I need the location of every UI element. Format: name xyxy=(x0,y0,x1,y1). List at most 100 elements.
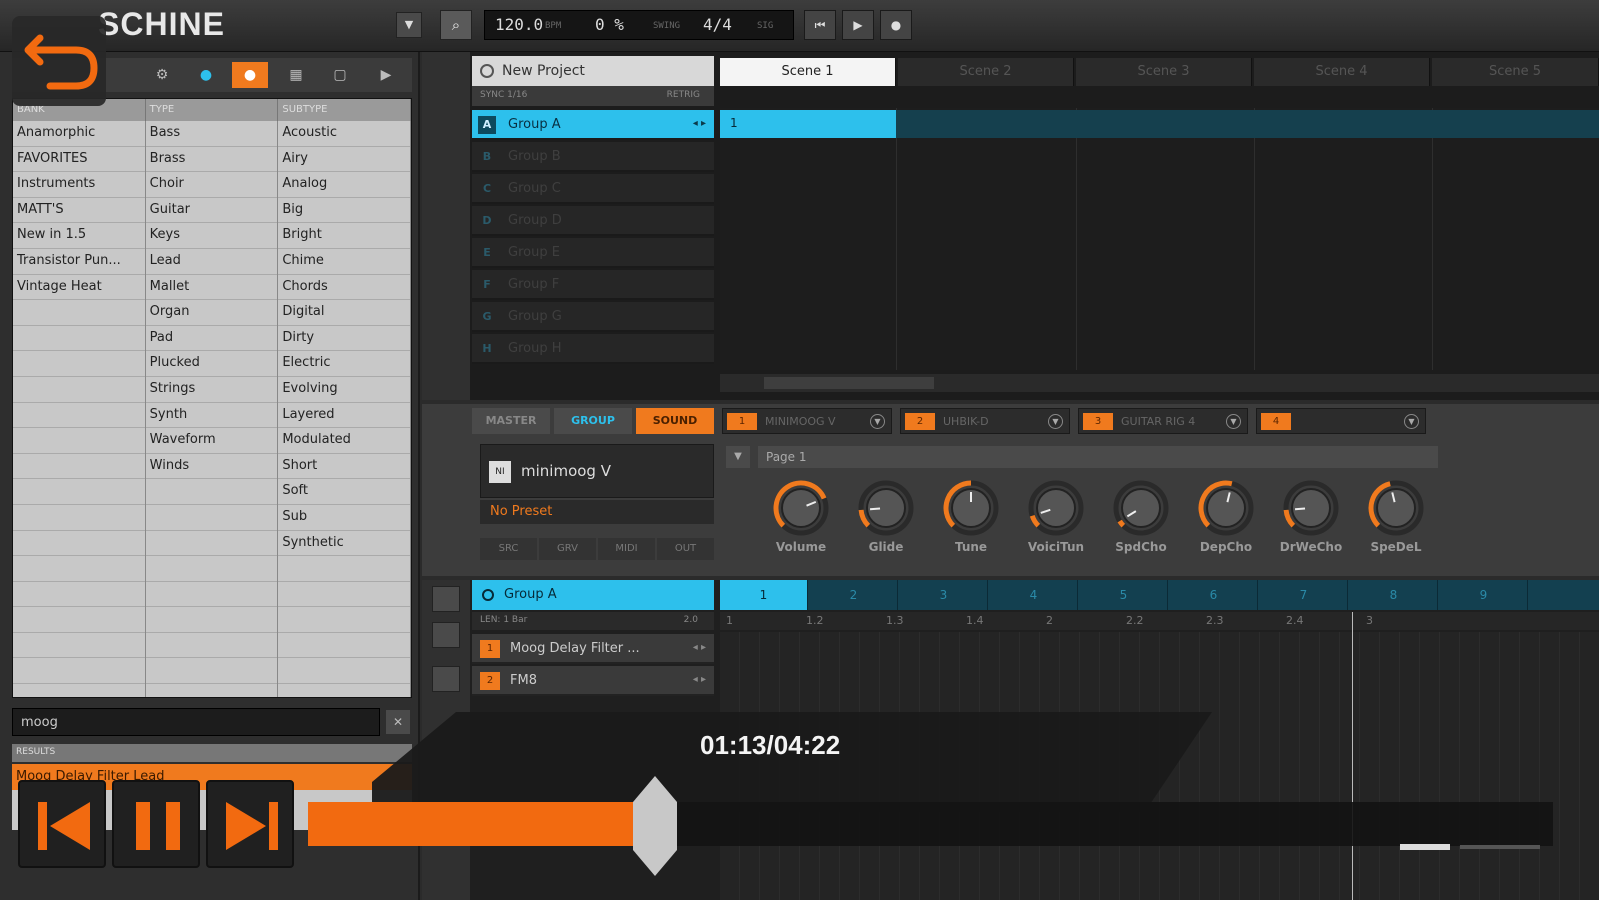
tab-master[interactable]: MASTER xyxy=(472,408,550,434)
scroll-thumb[interactable] xyxy=(764,377,934,389)
tag-item[interactable]: Plucked xyxy=(145,351,278,377)
plugin-slot-1[interactable]: 1 MINIMOOG V ▼ xyxy=(722,408,892,434)
preset-field[interactable]: No Preset xyxy=(480,500,714,524)
knob-dial[interactable] xyxy=(1109,478,1173,536)
retrig-label[interactable]: RETRIG xyxy=(667,90,700,100)
midi-button[interactable]: MIDI xyxy=(598,538,655,560)
tag-item[interactable]: Modulated xyxy=(278,428,411,454)
tag-item[interactable]: Transistor Pun... xyxy=(13,249,145,275)
pattern-tab[interactable]: 8 xyxy=(1350,580,1438,610)
grid-view-button[interactable] xyxy=(432,586,460,612)
sound-row[interactable]: 1 Moog Delay Filter ... ◂ ▸ xyxy=(472,634,714,664)
scene-tab[interactable]: Scene 4 xyxy=(1254,58,1430,86)
tag-item[interactable]: Organ xyxy=(145,300,278,326)
tag-item[interactable]: FAVORITES xyxy=(13,147,145,173)
tag-item[interactable]: Vintage Heat xyxy=(13,275,145,301)
sound-row[interactable]: 2 FM8 ◂ ▸ xyxy=(472,666,714,696)
tag-item[interactable]: Pad xyxy=(145,326,278,352)
tag-item[interactable]: Acoustic xyxy=(278,121,411,147)
knob-dial[interactable] xyxy=(1194,478,1258,536)
knob-dial[interactable] xyxy=(854,478,918,536)
sound-controls[interactable]: ◂ ▸ xyxy=(693,674,706,685)
plugin-slot-3[interactable]: 3 GUITAR RIG 4 ▼ xyxy=(1078,408,1248,434)
project-title[interactable]: New Project xyxy=(472,56,714,86)
tag-item[interactable]: Choir xyxy=(145,172,278,198)
knob[interactable]: Tune xyxy=(936,478,1006,558)
pattern-clip[interactable]: 1 xyxy=(720,110,896,138)
pattern-tab[interactable]: 5 xyxy=(1080,580,1168,610)
sync-label[interactable]: SYNC 1/16 xyxy=(480,90,527,100)
tag-item[interactable]: Digital xyxy=(278,300,411,326)
timeline-ruler[interactable]: 1 1.2 1.3 1.4 2 2.2 2.3 2.4 3 xyxy=(720,612,1599,630)
pattern-tab[interactable]: 2 xyxy=(810,580,898,610)
tag-item[interactable]: Synthetic xyxy=(278,531,411,557)
group-row[interactable]: D Group D xyxy=(472,206,714,236)
swing-value[interactable]: 0 % xyxy=(595,15,624,34)
signature-value[interactable]: 4/4 xyxy=(703,15,732,34)
knob-dial[interactable] xyxy=(1279,478,1343,536)
tag-item[interactable]: Evolving xyxy=(278,377,411,403)
zoom-label[interactable]: 2.0 xyxy=(684,615,698,625)
tag-item[interactable]: Sub xyxy=(278,505,411,531)
browser-search-button[interactable]: ⌕ xyxy=(440,10,472,40)
pattern-filter-icon[interactable]: ▦ xyxy=(278,62,314,88)
pattern-tab[interactable]: 1 xyxy=(720,580,808,610)
browser-search-input[interactable]: moog xyxy=(12,708,380,736)
pattern-tab[interactable]: 6 xyxy=(1170,580,1258,610)
keyboard-view-button[interactable] xyxy=(432,622,460,648)
pattern-group-bar[interactable]: Group A xyxy=(472,580,714,610)
tempo-value[interactable]: 120.0 xyxy=(495,15,543,34)
tag-item[interactable]: Analog xyxy=(278,172,411,198)
group-row[interactable]: H Group H xyxy=(472,334,714,364)
grv-button[interactable]: GRV xyxy=(539,538,596,560)
tag-item[interactable]: Big xyxy=(278,198,411,224)
tag-item[interactable]: Mallet xyxy=(145,275,278,301)
scene-tab[interactable]: Scene 2 xyxy=(898,58,1074,86)
knob[interactable]: Volume xyxy=(766,478,836,558)
arranger-scrollbar[interactable] xyxy=(720,374,1599,392)
volume-indicator[interactable] xyxy=(1460,845,1540,849)
tag-item[interactable]: Guitar xyxy=(145,198,278,224)
tag-item[interactable]: Waveform xyxy=(145,428,278,454)
scene-tab[interactable]: Scene 3 xyxy=(1076,58,1252,86)
sound-filter-icon[interactable]: ● xyxy=(232,62,268,88)
group-row[interactable]: C Group C xyxy=(472,174,714,204)
chevron-down-icon[interactable]: ▼ xyxy=(1404,414,1419,429)
follow-button[interactable] xyxy=(432,666,460,692)
pause-button[interactable] xyxy=(112,780,200,868)
pattern-tab[interactable]: 3 xyxy=(900,580,988,610)
tag-item[interactable]: MATT'S xyxy=(13,198,145,224)
knob-dial[interactable] xyxy=(1024,478,1088,536)
project-icon[interactable]: ⚙ xyxy=(144,62,180,88)
tag-item[interactable]: Strings xyxy=(145,377,278,403)
knob[interactable]: VoiciTun xyxy=(1021,478,1091,558)
group-row[interactable]: B Group B xyxy=(472,142,714,172)
knob[interactable]: DepCho xyxy=(1191,478,1261,558)
instrument-box[interactable]: NI minimoog V xyxy=(480,444,714,498)
knob-dial[interactable] xyxy=(769,478,833,536)
group-row[interactable]: E Group E xyxy=(472,238,714,268)
scene-grid[interactable] xyxy=(720,108,1599,370)
tag-item[interactable]: Synth xyxy=(145,403,278,429)
knob[interactable]: Glide xyxy=(851,478,921,558)
rewind-button[interactable]: ⏮ xyxy=(804,10,836,40)
tag-item[interactable]: Anamorphic xyxy=(13,121,145,147)
pattern-tab[interactable]: 9 xyxy=(1440,580,1528,610)
group-row[interactable]: F Group F xyxy=(472,270,714,300)
out-button[interactable]: OUT xyxy=(657,538,714,560)
menu-dropdown-button[interactable]: ▼ xyxy=(396,12,422,38)
tag-item[interactable]: Chords xyxy=(278,275,411,301)
chevron-down-icon[interactable]: ▼ xyxy=(870,414,885,429)
sound-controls[interactable]: ◂ ▸ xyxy=(693,642,706,653)
video-scrubber-handle[interactable] xyxy=(631,776,679,876)
effect-filter-icon[interactable]: ▶ xyxy=(368,62,404,88)
clear-search-button[interactable]: ✕ xyxy=(386,710,410,734)
page-menu-button[interactable]: ▼ xyxy=(726,446,750,468)
tag-item[interactable]: Layered xyxy=(278,403,411,429)
tab-sound[interactable]: SOUND xyxy=(636,408,714,434)
tag-item[interactable]: New in 1.5 xyxy=(13,223,145,249)
plugin-slot-2[interactable]: 2 UHBIK-D ▼ xyxy=(900,408,1070,434)
group-controls[interactable]: ◂ ▸ xyxy=(693,118,706,129)
page-selector[interactable]: Page 1 xyxy=(758,446,1438,468)
tag-item[interactable]: Lead xyxy=(145,249,278,275)
